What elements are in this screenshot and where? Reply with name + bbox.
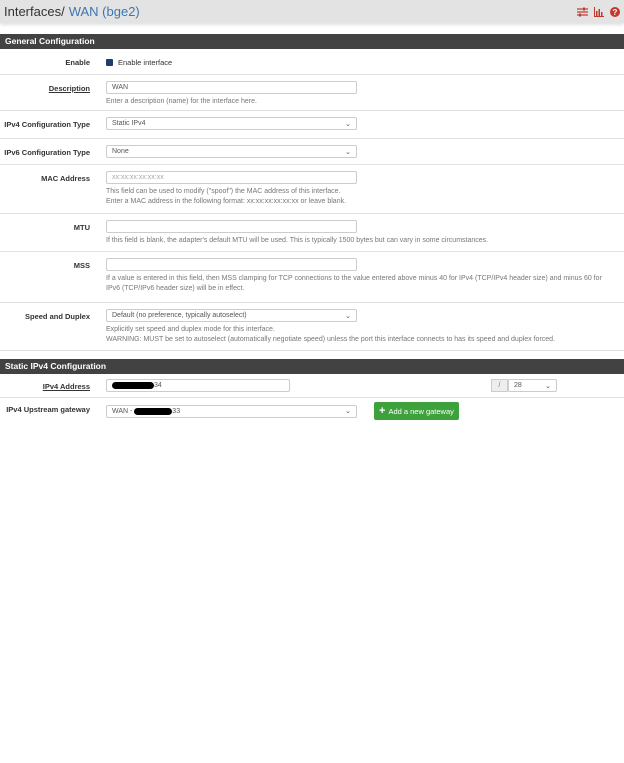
enable-label: Enable [65, 58, 90, 67]
description-label: Description [48, 84, 90, 93]
row-enable: Enable Enable interface [0, 49, 624, 75]
description-help: Enter a description (name) for the inter… [106, 98, 257, 105]
row-speed-duplex: Speed and Duplex Default (no preference,… [0, 303, 624, 351]
section-general-configuration: General Configuration [0, 34, 624, 49]
speed-help-2: WARNING: MUST be set to autoselect (auto… [106, 336, 556, 343]
chevron-down-icon: ⌄ [545, 382, 551, 390]
chart-icon[interactable] [594, 6, 604, 17]
row-mtu: MTU If this field is blank, the adapter'… [0, 214, 624, 252]
speed-select[interactable]: Default (no preference, typically autose… [106, 309, 357, 322]
ipv4-type-label: IPv4 Configuration Type [4, 120, 90, 129]
redacted-mark [112, 382, 154, 389]
ipv4-address-input[interactable]: 34 [106, 379, 290, 392]
row-ipv4-type: IPv4 Configuration Type Static IPv4 ⌄ [0, 111, 624, 139]
breadcrumb-current[interactable]: WAN (bge2) [69, 4, 140, 19]
chevron-down-icon: ⌄ [345, 408, 351, 415]
chevron-down-icon: ⌄ [345, 312, 351, 320]
ipv4-type-value: Static IPv4 [112, 120, 146, 127]
row-ipv4-gateway: IPv4 Upstream gateway WAN - 33 ⌄ + Add a … [0, 398, 624, 424]
svg-text:?: ? [613, 8, 618, 17]
cidr-select[interactable]: 28 ⌄ [508, 379, 557, 392]
row-mss: MSS If a value is entered in this field,… [0, 252, 624, 303]
mac-help-1: This field can be used to modify ("spoof… [106, 188, 341, 195]
mac-input[interactable]: xx:xx:xx:xx:xx:xx [106, 171, 357, 184]
chevron-down-icon: ⌄ [345, 120, 351, 128]
enable-checkbox-label[interactable]: Enable interface [118, 58, 172, 67]
breadcrumb-root[interactable]: Interfaces [4, 4, 61, 19]
mtu-label: MTU [73, 223, 90, 232]
add-gateway-label: Add a new gateway [388, 406, 454, 416]
mac-placeholder: xx:xx:xx:xx:xx:xx [112, 174, 164, 181]
speed-value: Default (no preference, typically autose… [112, 312, 247, 319]
ipv4-address-label: IPv4 Address [42, 382, 90, 391]
row-ipv4-address: IPv4 Address 34 / 28 ⌄ [0, 374, 624, 398]
ipv6-type-label: IPv6 Configuration Type [4, 148, 90, 157]
enable-checkbox[interactable] [106, 59, 113, 66]
gateway-prefix: WAN - [112, 407, 135, 415]
sliders-icon[interactable] [577, 7, 588, 17]
chevron-down-icon: ⌄ [345, 148, 351, 156]
mss-label: MSS [73, 261, 90, 270]
help-icon[interactable]: ? [610, 6, 620, 17]
speed-label: Speed and Duplex [24, 312, 90, 321]
row-description: Description WAN Enter a description (nam… [0, 75, 624, 111]
ipv6-type-value: None [112, 148, 129, 155]
mtu-input[interactable] [106, 220, 357, 233]
speed-help-1: Explicitly set speed and duplex mode for… [106, 326, 275, 333]
cidr-value: 28 [514, 382, 522, 389]
row-ipv6-type: IPv6 Configuration Type None ⌄ [0, 139, 624, 165]
gateway-suffix: 33 [172, 407, 181, 415]
description-value: WAN [112, 84, 129, 91]
gateway-select[interactable]: WAN - 33 ⌄ [106, 404, 357, 418]
ipv4-address-suffix: 34 [154, 382, 162, 389]
breadcrumb: Interfaces/ WAN (bge2) [4, 4, 140, 19]
mac-label: MAC Address [41, 174, 90, 183]
gateway-label: IPv4 Upstream gateway [6, 405, 90, 414]
ipv6-type-select[interactable]: None ⌄ [106, 145, 357, 158]
page-header: Interfaces/ WAN (bge2) ? [0, 0, 624, 23]
mtu-help: If this field is blank, the adapter's de… [106, 237, 489, 244]
cidr-slash: / [491, 379, 508, 392]
description-input[interactable]: WAN [106, 81, 357, 94]
mss-help: If a value is entered in this field, the… [106, 275, 602, 292]
redacted-mark [134, 407, 173, 415]
row-mac: MAC Address xx:xx:xx:xx:xx:xx This field… [0, 165, 624, 214]
mac-help-2: Enter a MAC address in the following for… [106, 198, 347, 205]
ipv4-type-select[interactable]: Static IPv4 ⌄ [106, 117, 357, 130]
section-static-ipv4: Static IPv4 Configuration [0, 359, 624, 374]
breadcrumb-separator: / [61, 4, 65, 19]
add-gateway-button[interactable]: + Add a new gateway [374, 402, 459, 420]
plus-icon: + [379, 405, 386, 417]
mss-input[interactable] [106, 258, 357, 271]
